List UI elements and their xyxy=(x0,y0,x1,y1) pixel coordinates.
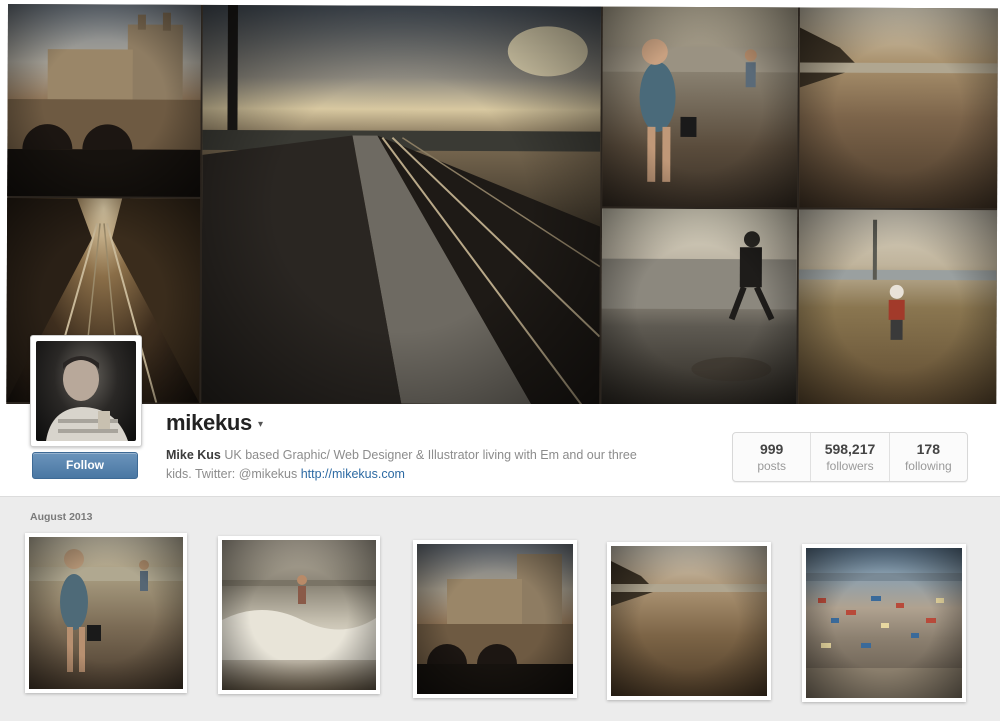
avatar[interactable] xyxy=(30,335,142,447)
profile-display-name: Mike Kus xyxy=(166,448,221,462)
cover-photo-railway-platform[interactable] xyxy=(201,4,601,405)
instagram-profile-page: Follow mikekus ▾ Mike Kus UK based Graph… xyxy=(0,0,1000,721)
cover-photo-beach-kids[interactable] xyxy=(602,6,798,208)
stat-followers-label: followers xyxy=(826,459,874,473)
stat-following-value: 178 xyxy=(916,441,940,457)
avatar-photo xyxy=(36,341,136,441)
caret-down-icon[interactable]: ▾ xyxy=(258,419,263,430)
cover-photo-pebble-beach[interactable] xyxy=(799,7,998,209)
feed-photo-bridge[interactable] xyxy=(413,540,577,698)
feed-photo-crowded-beach[interactable] xyxy=(802,544,966,702)
follow-button[interactable]: Follow xyxy=(32,452,138,479)
cover-photo-field-child[interactable] xyxy=(798,209,998,407)
cover-photo-mosaic xyxy=(6,4,998,413)
feed-photo-beach-kids[interactable] xyxy=(25,533,187,693)
stat-followers-value: 598,217 xyxy=(824,441,876,457)
stat-following[interactable]: 178 following xyxy=(888,433,967,481)
feed-photo-waves[interactable] xyxy=(218,536,380,694)
stat-posts[interactable]: 999 posts xyxy=(733,433,810,481)
profile-bio: Mike Kus UK based Graphic/ Web Designer … xyxy=(166,446,686,484)
feed-photo-pebble-beach[interactable] xyxy=(607,542,771,700)
feed-month-label: August 2013 xyxy=(30,511,93,523)
stat-followers[interactable]: 598,217 followers xyxy=(810,433,888,481)
profile-username[interactable]: mikekus xyxy=(166,410,252,436)
profile-website-link[interactable]: http://mikekus.com xyxy=(301,467,405,481)
bio-line-1: UK based Graphic/ Web Designer & Illustr… xyxy=(224,448,637,462)
cover-photo-child-sea[interactable] xyxy=(601,208,798,406)
stat-following-label: following xyxy=(904,459,952,473)
profile-stats: 999 posts 598,217 followers 178 followin… xyxy=(732,432,968,482)
cover-photo-bridge[interactable] xyxy=(7,4,201,197)
stat-posts-value: 999 xyxy=(759,441,784,457)
stat-posts-label: posts xyxy=(757,459,786,473)
bio-line-2: kids. Twitter: @mikekus xyxy=(166,467,298,481)
